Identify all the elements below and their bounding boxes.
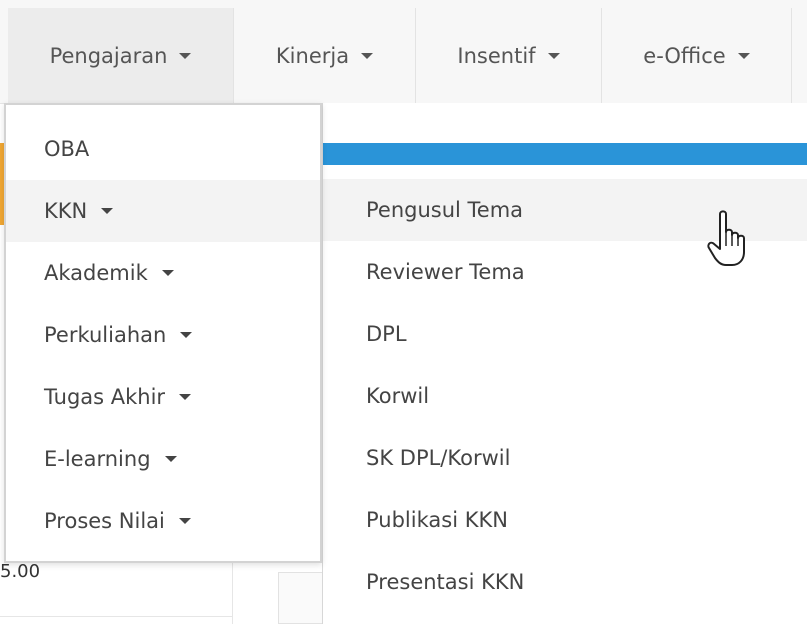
menu-item-label: Akademik <box>44 261 148 285</box>
nav-item-label: Insentif <box>457 43 536 68</box>
submenu-item-label: DPL <box>366 322 407 346</box>
nav-item-label: Kinerja <box>275 43 350 68</box>
nav-item-label: Pengajaran <box>49 43 168 68</box>
background-panel <box>278 572 324 624</box>
nav-item-insentif[interactable]: Insentif <box>416 8 602 103</box>
menu-item-label: KKN <box>44 199 88 223</box>
submenu-item-dpl[interactable]: DPL <box>323 303 807 365</box>
kkn-submenu: Pengusul Tema Reviewer Tema DPL Korwil S… <box>322 103 807 624</box>
nav-item-kinerja[interactable]: Kinerja <box>234 8 416 103</box>
menu-item-label: E-learning <box>44 447 151 471</box>
submenu-item-sk-dpl-korwil[interactable]: SK DPL/Korwil <box>323 427 807 489</box>
menu-item-proses-nilai[interactable]: Proses Nilai <box>6 490 320 552</box>
caret-down-icon <box>180 332 193 338</box>
menu-item-kkn[interactable]: KKN <box>6 180 320 242</box>
background-divider <box>0 616 232 617</box>
nav-item-label: e-Office <box>643 43 726 68</box>
caret-down-icon <box>178 518 191 524</box>
caret-down-icon <box>101 208 114 214</box>
top-navbar: Pengajaran Kinerja Insentif e-Office <box>0 0 807 104</box>
menu-item-label: Tugas Akhir <box>44 385 166 409</box>
menu-item-e-learning[interactable]: E-learning <box>6 428 320 490</box>
menu-item-perkuliahan[interactable]: Perkuliahan <box>6 304 320 366</box>
menu-item-tugas-akhir[interactable]: Tugas Akhir <box>6 366 320 428</box>
menu-item-oba[interactable]: OBA <box>6 118 320 180</box>
submenu-item-label: Reviewer Tema <box>366 260 525 284</box>
submenu-item-publikasi-kkn[interactable]: Publikasi KKN <box>323 489 807 551</box>
menu-item-label: Proses Nilai <box>44 509 165 533</box>
menu-item-label: Perkuliahan <box>44 323 167 347</box>
caret-down-icon <box>737 52 750 59</box>
menu-item-label: OBA <box>44 137 90 161</box>
submenu-item-label: Presentasi KKN <box>366 570 525 594</box>
nav-item-eoffice[interactable]: e-Office <box>602 8 792 103</box>
caret-down-icon <box>179 394 192 400</box>
caret-down-icon <box>179 52 192 59</box>
hand-pointer-icon <box>707 210 745 266</box>
submenu-item-presentasi-kkn[interactable]: Presentasi KKN <box>323 551 807 613</box>
pengajaran-dropdown: OBA KKN Akademik Perkuliahan Tugas Akhir… <box>4 103 322 563</box>
caret-down-icon <box>161 270 174 276</box>
background-amount: 5.00 <box>0 561 41 582</box>
background-blue-bar <box>323 143 807 165</box>
caret-down-icon <box>547 52 560 59</box>
caret-down-icon <box>361 52 374 59</box>
menu-item-akademik[interactable]: Akademik <box>6 242 320 304</box>
submenu-item-label: SK DPL/Korwil <box>366 446 511 470</box>
nav-item-pengajaran[interactable]: Pengajaran <box>8 8 234 103</box>
submenu-item-label: Pengusul Tema <box>366 198 524 222</box>
submenu-item-korwil[interactable]: Korwil <box>323 365 807 427</box>
background-divider <box>232 560 233 624</box>
submenu-item-label: Publikasi KKN <box>366 508 508 532</box>
submenu-item-label: Korwil <box>366 384 430 408</box>
caret-down-icon <box>164 456 177 462</box>
